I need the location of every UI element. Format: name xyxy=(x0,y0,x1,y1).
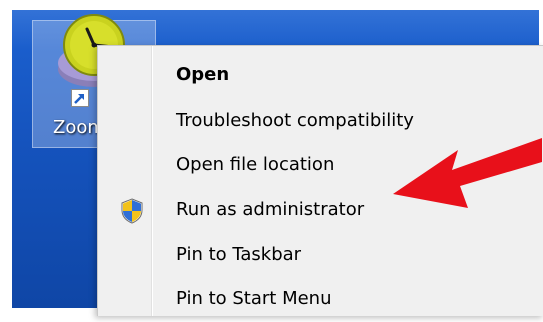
menu-item-open[interactable]: Open xyxy=(98,54,543,98)
menu-item-pin-to-start-menu[interactable]: Pin to Start Menu xyxy=(98,278,543,322)
menu-item-label: Run as administrator xyxy=(176,199,365,220)
menu-item-pin-to-taskbar[interactable]: Pin to Taskbar xyxy=(98,234,543,278)
red-arrow-icon xyxy=(393,138,542,208)
menu-item-label: Open xyxy=(176,64,230,85)
shortcut-arrow-icon xyxy=(71,89,89,107)
uac-shield-icon xyxy=(121,198,143,224)
menu-item-label: Pin to Start Menu xyxy=(176,288,332,309)
menu-item-label: Open file location xyxy=(176,154,335,175)
menu-item-label: Troubleshoot compatibility xyxy=(176,110,414,131)
menu-item-label: Pin to Taskbar xyxy=(176,244,302,265)
